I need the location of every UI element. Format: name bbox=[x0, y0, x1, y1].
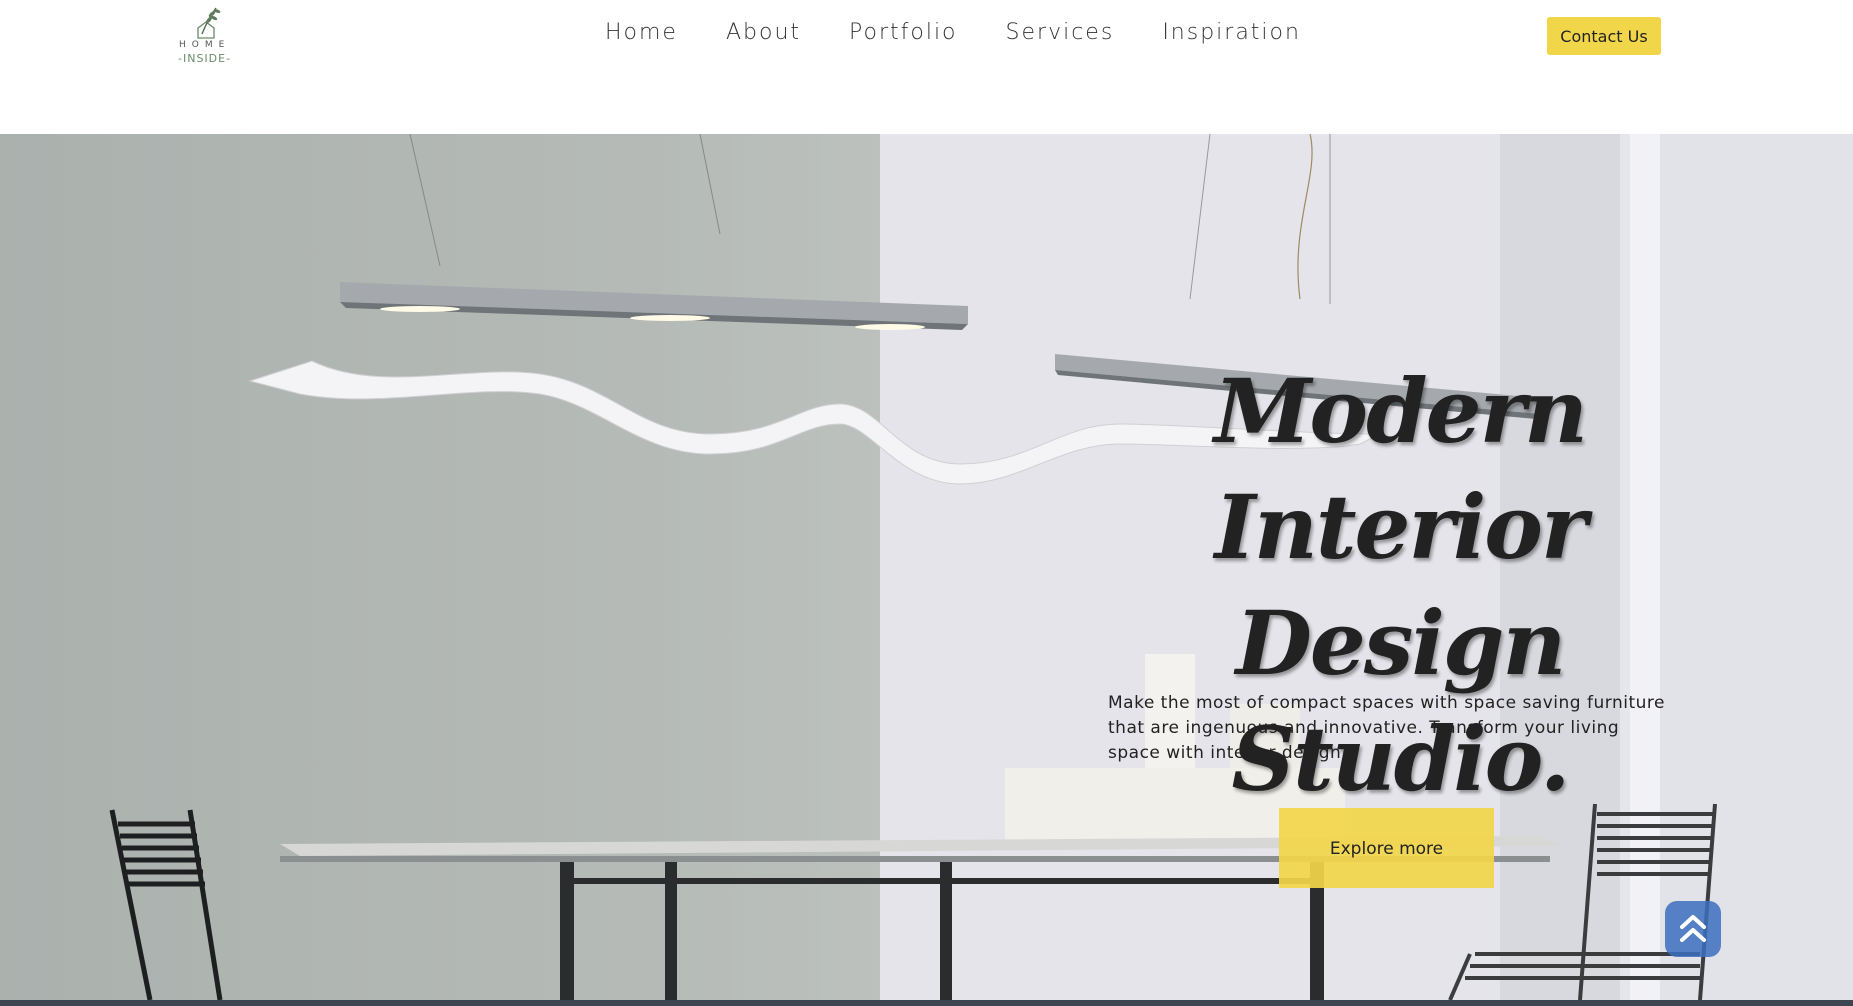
nav-item-inspiration[interactable]: Inspiration bbox=[1162, 20, 1301, 52]
brand-logo[interactable]: HOME -INSIDE- bbox=[176, 4, 232, 66]
nav-item-about[interactable]: About bbox=[726, 20, 801, 52]
hero-title-line-1: Modern Interior bbox=[1214, 358, 1588, 579]
nav-item-services[interactable]: Services bbox=[1006, 20, 1115, 52]
leaf-house-logo-icon bbox=[197, 7, 221, 39]
explore-more-button[interactable]: Explore more bbox=[1279, 808, 1494, 888]
chevron-double-up-icon bbox=[1680, 915, 1706, 942]
site-header: HOME -INSIDE- Home About Portfolio Servi… bbox=[0, 0, 1853, 134]
nav-item-home[interactable]: Home bbox=[605, 20, 678, 52]
hero-section: Modern Interior Design Studio. Make the … bbox=[0, 134, 1853, 1000]
scroll-to-top-button[interactable] bbox=[1665, 901, 1721, 957]
logo-text-inside: -INSIDE- bbox=[178, 52, 232, 65]
main-nav: Home About Portfolio Services Inspiratio… bbox=[605, 20, 1349, 52]
nav-item-portfolio[interactable]: Portfolio bbox=[849, 20, 958, 52]
logo-text-home: HOME bbox=[179, 40, 231, 50]
page-bottom-edge bbox=[0, 1000, 1853, 1006]
hero-description: Make the most of compact spaces with spa… bbox=[1108, 693, 1665, 763]
contact-us-button[interactable]: Contact Us bbox=[1547, 17, 1661, 55]
